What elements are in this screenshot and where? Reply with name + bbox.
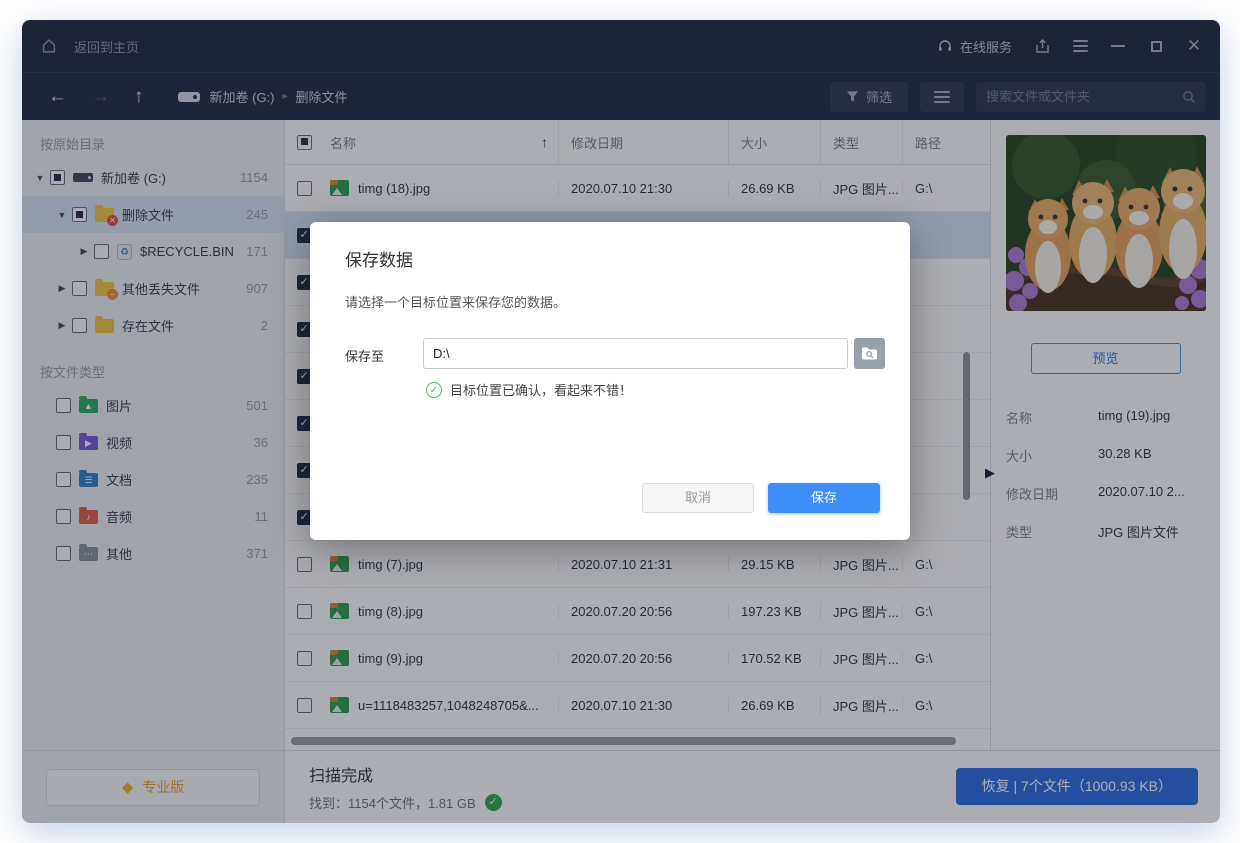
dialog-description: 请选择一个目标位置来保存您的数据。 <box>345 295 567 310</box>
confirm-text: 目标位置已确认，看起来不错！ <box>450 383 633 398</box>
save-data-dialog: 保存数据 请选择一个目标位置来保存您的数据。 保存至 ✓ 目标位置已确认，看起来… <box>310 222 910 540</box>
save-path-input[interactable] <box>423 338 848 369</box>
save-button[interactable]: 保存 <box>768 483 880 513</box>
check-ring-icon: ✓ <box>426 381 442 398</box>
folder-search-icon <box>862 347 877 360</box>
cancel-button[interactable]: 取消 <box>642 483 754 513</box>
location-confirmed-message: ✓ 目标位置已确认，看起来不错！ <box>426 380 632 399</box>
save-to-label: 保存至 <box>345 349 385 364</box>
browse-button[interactable] <box>854 338 885 369</box>
dialog-title: 保存数据 <box>345 251 413 270</box>
